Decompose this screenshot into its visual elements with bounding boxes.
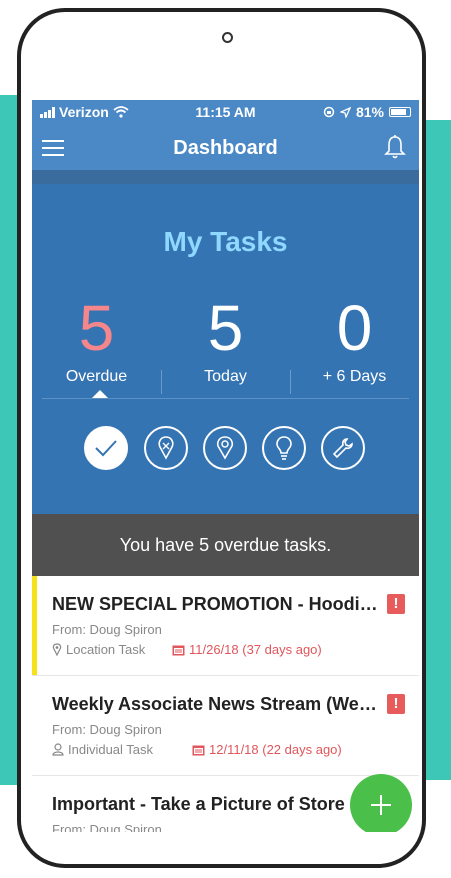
filter-place-button[interactable] xyxy=(203,426,247,470)
calendar-icon xyxy=(192,745,205,755)
location-pin-icon xyxy=(52,643,62,656)
wrench-icon xyxy=(332,438,353,459)
filter-idea-button[interactable] xyxy=(262,426,306,470)
plus-icon xyxy=(371,795,391,815)
person-icon xyxy=(52,743,64,756)
stat-six-days[interactable]: 0 + 6 Days xyxy=(290,296,419,386)
battery-icon xyxy=(389,107,411,117)
task-from: From: Doug Spiron xyxy=(52,622,162,637)
stat-six-days-count: 0 xyxy=(336,292,373,364)
task-from: From: Doug Spiron xyxy=(52,722,162,737)
filter-maintenance-button[interactable] xyxy=(321,426,365,470)
my-tasks-title: My Tasks xyxy=(163,226,288,257)
stat-today[interactable]: 5 Today xyxy=(161,296,290,386)
task-date: 11/26/18 (37 days ago) xyxy=(189,642,322,657)
location-pin-icon xyxy=(216,436,234,460)
stat-overdue[interactable]: 5 Overdue xyxy=(32,296,161,386)
stat-six-days-label: + 6 Days xyxy=(322,368,387,385)
task-title: Weekly Associate News Stream (Week… xyxy=(52,694,382,714)
stat-overdue-label: Overdue xyxy=(65,368,128,385)
status-bar: Verizon 11:15 AM 81% xyxy=(32,100,419,124)
overdue-banner: You have 5 overdue tasks. xyxy=(32,514,419,576)
lightbulb-icon xyxy=(276,436,292,460)
stat-today-count: 5 xyxy=(207,292,244,364)
rotation-lock-icon xyxy=(323,106,335,118)
task-title: Important - Take a Picture of Store xyxy=(52,794,345,814)
priority-alert-icon: ! xyxy=(387,594,405,614)
task-title: NEW SPECIAL PROMOTION - Hoodies… xyxy=(52,594,382,614)
location-tag-icon xyxy=(158,436,174,460)
location-arrow-icon xyxy=(339,106,351,118)
bell-icon[interactable] xyxy=(383,134,407,160)
task-type: Individual Task xyxy=(68,742,154,757)
nav-bar: Dashboard xyxy=(32,124,419,170)
selected-stat-indicator xyxy=(92,390,108,398)
battery-label: 81% xyxy=(355,104,384,120)
stat-today-label: Today xyxy=(204,368,247,385)
priority-alert-icon: ! xyxy=(387,694,405,714)
check-icon xyxy=(95,440,117,457)
add-task-button[interactable] xyxy=(350,774,412,832)
calendar-icon xyxy=(172,645,185,655)
filter-location-button[interactable] xyxy=(144,426,188,470)
filter-all-button[interactable] xyxy=(84,426,128,470)
phone-frame: Verizon 11:15 AM 81% Dashboard My Tasks xyxy=(17,8,426,868)
task-row[interactable]: Weekly Associate News Stream (Week… ! Fr… xyxy=(32,676,419,776)
my-tasks-panel: My Tasks 5 Overdue 5 Today 0 + 6 Days xyxy=(32,184,419,514)
task-date: 12/11/18 (22 days ago) xyxy=(209,742,342,757)
front-camera xyxy=(222,32,233,43)
header-divider xyxy=(32,170,419,184)
task-row[interactable]: NEW SPECIAL PROMOTION - Hoodies… ! From:… xyxy=(32,576,419,676)
page-title: Dashboard xyxy=(173,137,278,159)
task-from: From: Doug Spiron xyxy=(52,822,162,832)
app-screen: Verizon 11:15 AM 81% Dashboard My Tasks xyxy=(32,100,419,832)
stats-underline xyxy=(42,398,409,399)
stat-overdue-count: 5 xyxy=(78,292,115,364)
task-type: Location Task xyxy=(66,642,146,657)
